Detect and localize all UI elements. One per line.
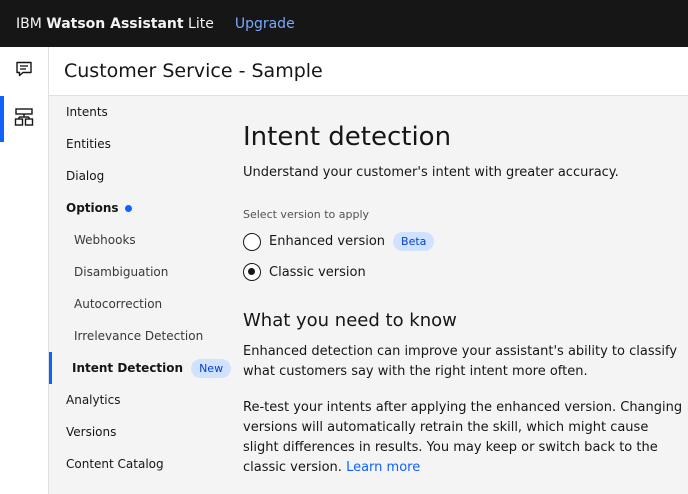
brand-ibm: IBM [16,15,47,32]
nav-intent-detection-label: Intent Detection [72,361,184,375]
nav-disambiguation-label: Disambiguation [74,265,169,279]
version-select-label: Select version to apply [243,208,370,221]
skills-icon [14,107,34,131]
page-title: Customer Service - Sample [64,60,323,82]
new-indicator-dot [124,204,132,212]
classic-version-label: Classic version [269,264,366,280]
nav-autocorrection-label: Autocorrection [74,297,163,311]
product-name[interactable]: IBM Watson Assistant Lite [16,16,214,32]
top-header: IBM Watson Assistant Lite Upgrade [0,0,688,47]
section-heading: Intent detection [243,122,452,152]
beta-tag: Beta [393,232,435,251]
nav-versions-label: Versions [66,425,117,439]
nav-versions[interactable]: Versions [49,416,225,448]
nav-webhooks[interactable]: Webhooks [49,224,225,256]
enhanced-version-radio[interactable] [243,232,261,251]
enhanced-version-option[interactable]: Enhanced version Beta [243,232,435,251]
nav-autocorrection[interactable]: Autocorrection [49,288,225,320]
assistants-button[interactable] [0,47,48,95]
nav-entities-label: Entities [66,137,111,151]
classic-version-option[interactable]: Classic version [243,263,366,281]
nav-irrelevance-label: Irrelevance Detection [74,329,204,343]
chat-icon [15,60,33,82]
nav-options-label: Options [66,201,119,215]
brand-tier: Lite [183,15,214,32]
upgrade-link[interactable]: Upgrade [235,16,295,32]
skills-button[interactable] [0,95,48,143]
nav-intent-detection[interactable]: Intent Detection New [49,352,232,384]
section-description: Understand your customer's intent with g… [243,165,619,180]
nav-dialog[interactable]: Dialog [49,160,225,192]
nav-webhooks-label: Webhooks [74,233,136,247]
nav-content-catalog-label: Content Catalog [66,457,164,471]
info-paragraph-2: Re-test your intents after applying the … [243,398,683,478]
info-heading: What you need to know [243,310,457,331]
nav-disambiguation[interactable]: Disambiguation [49,256,225,288]
skill-title-bar: Customer Service - Sample [49,47,688,96]
nav-analytics-label: Analytics [66,393,121,407]
nav-intents-label: Intents [66,105,108,119]
nav-content-catalog[interactable]: Content Catalog [49,448,225,480]
new-tag: New [191,358,232,378]
nav-entities[interactable]: Entities [49,128,225,160]
learn-more-link[interactable]: Learn more [346,460,420,475]
skill-nav: Intents Entities Dialog Options Webhooks… [49,96,232,494]
left-rail [0,47,49,494]
nav-analytics[interactable]: Analytics [49,384,225,416]
nav-intents[interactable]: Intents [49,96,225,128]
brand-product: Watson Assistant [46,15,184,32]
info-paragraph-2-text: Re-test your intents after applying the … [243,400,683,475]
nav-options[interactable]: Options [49,192,225,224]
classic-version-radio[interactable] [243,263,261,281]
nav-dialog-label: Dialog [66,169,105,183]
nav-irrelevance-detection[interactable]: Irrelevance Detection [49,320,225,352]
info-paragraph-1: Enhanced detection can improve your assi… [243,344,678,379]
enhanced-version-label: Enhanced version [269,234,386,249]
